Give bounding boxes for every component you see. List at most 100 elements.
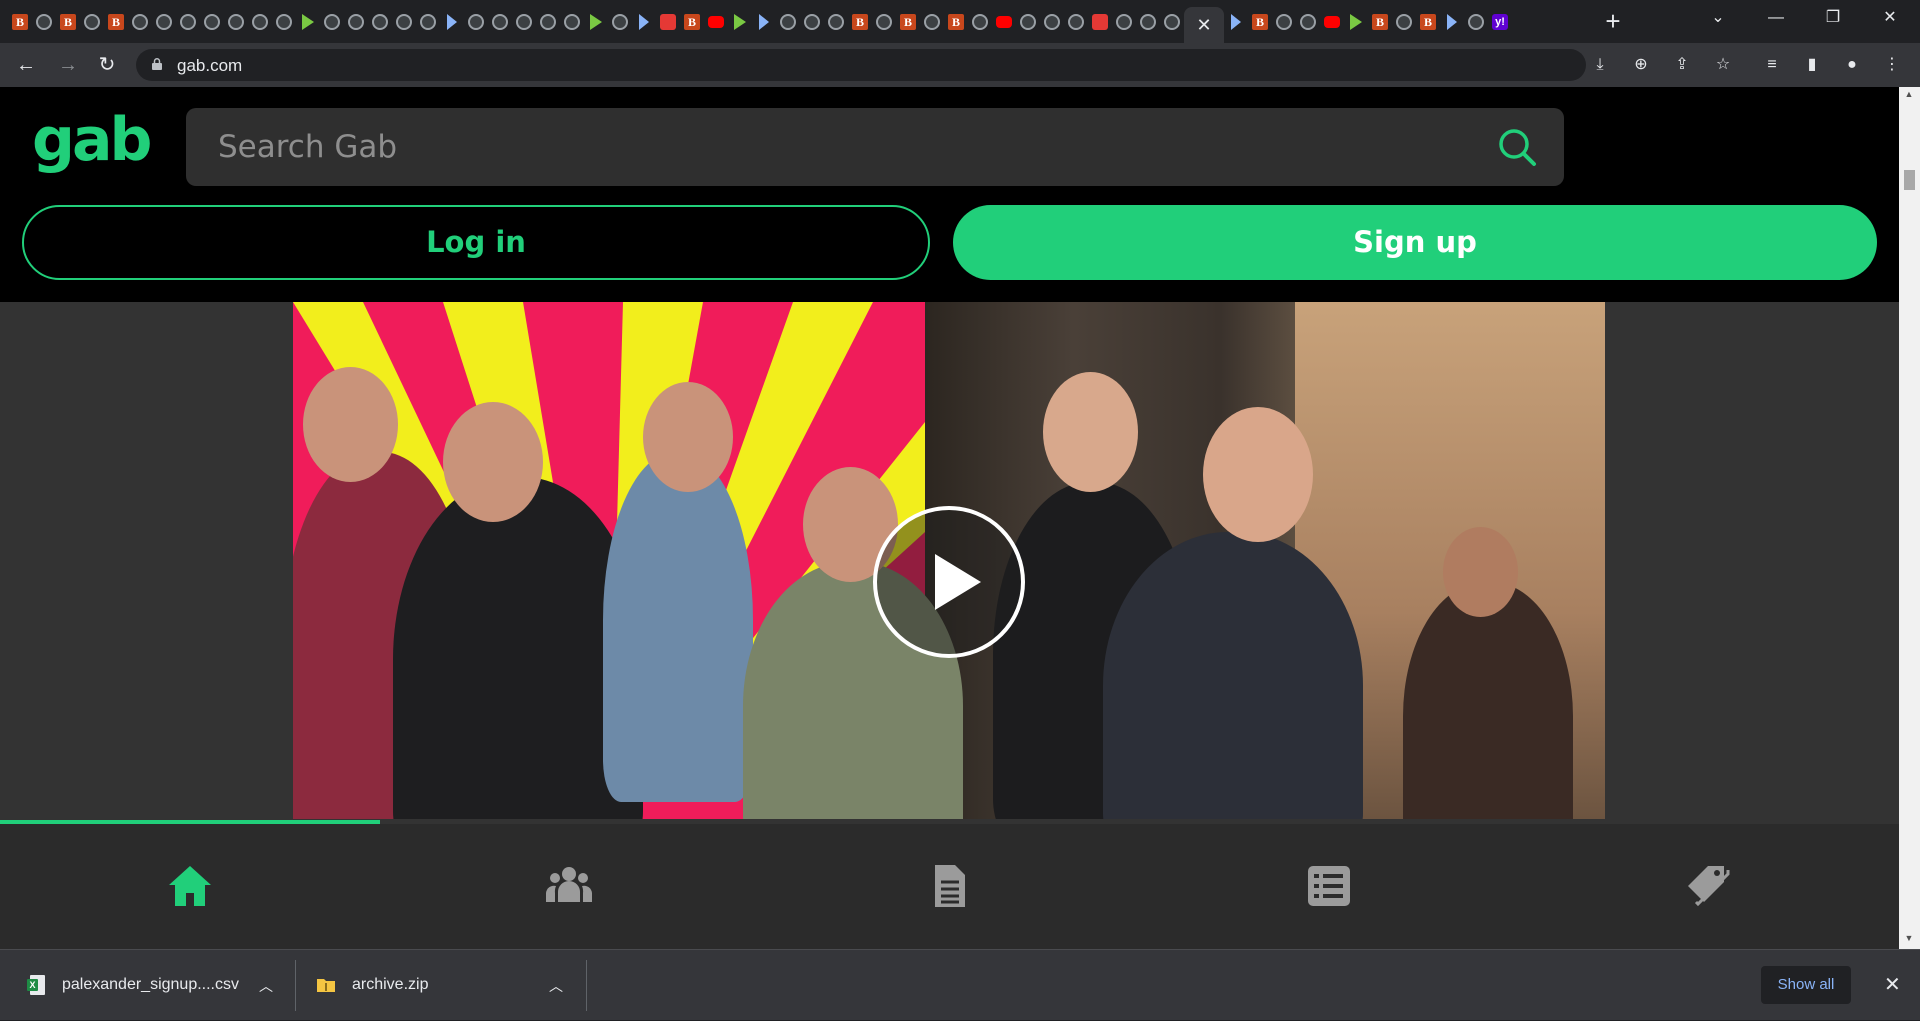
login-button[interactable]: Log in	[22, 205, 930, 280]
tab-favicon[interactable]	[248, 0, 272, 43]
news-icon[interactable]	[925, 862, 973, 910]
tab-favicon[interactable]	[704, 0, 728, 43]
share-icon[interactable]: ⇪	[1671, 54, 1693, 76]
tab-favicon[interactable]	[608, 0, 632, 43]
tab-favicon[interactable]	[296, 0, 320, 43]
tags-icon[interactable]	[1684, 862, 1732, 910]
active-tab-close-button[interactable]: ✕	[1184, 7, 1224, 43]
tab-favicon[interactable]	[32, 0, 56, 43]
tab-favicon[interactable]	[800, 0, 824, 43]
tab-favicon[interactable]	[992, 0, 1016, 43]
page-scrollbar[interactable]: ▲ ▼	[1899, 87, 1920, 949]
tab-favicon[interactable]	[416, 0, 440, 43]
tab-favicon[interactable]: B	[1368, 0, 1392, 43]
chevron-up-icon[interactable]: ︿	[259, 976, 273, 996]
tab-favicon[interactable]: B	[1416, 0, 1440, 43]
tab-favicon[interactable]	[392, 0, 416, 43]
tab-favicon[interactable]	[1464, 0, 1488, 43]
tab-favicon[interactable]	[632, 0, 656, 43]
tab-search-chevron-icon[interactable]: ⌄	[1690, 0, 1746, 36]
profile-icon[interactable]: ●	[1841, 54, 1863, 76]
tab-favicon[interactable]	[1136, 0, 1160, 43]
forward-icon[interactable]: →	[54, 51, 82, 79]
tab-favicon[interactable]: B	[680, 0, 704, 43]
tab-favicon[interactable]	[1088, 0, 1112, 43]
tab-favicon[interactable]: B	[1248, 0, 1272, 43]
tab-favicon[interactable]	[824, 0, 848, 43]
groups-icon[interactable]	[545, 862, 593, 910]
tab-favicon[interactable]: B	[8, 0, 32, 43]
tab-favicon[interactable]: B	[896, 0, 920, 43]
tab-favicon[interactable]	[200, 0, 224, 43]
video-player[interactable]	[293, 302, 1605, 819]
media-queue-icon[interactable]: ≡	[1761, 54, 1783, 76]
tab-favicon[interactable]	[920, 0, 944, 43]
bookmark-star-icon[interactable]: ☆	[1712, 54, 1734, 76]
tab-favicon[interactable]: B	[56, 0, 80, 43]
gab-logo[interactable]: gab	[32, 105, 152, 175]
tab-favicon[interactable]	[872, 0, 896, 43]
tab-favicon[interactable]	[728, 0, 752, 43]
tab-favicon[interactable]: B	[848, 0, 872, 43]
tab-favicon[interactable]	[1064, 0, 1088, 43]
tab-favicon[interactable]	[224, 0, 248, 43]
tab-favicon[interactable]	[1272, 0, 1296, 43]
tab-favicon[interactable]	[440, 0, 464, 43]
tab-favicon[interactable]	[152, 0, 176, 43]
tab-favicon[interactable]	[1160, 0, 1184, 43]
tab-favicon[interactable]	[1344, 0, 1368, 43]
tab-favicon[interactable]	[560, 0, 584, 43]
tab-favicon[interactable]	[320, 0, 344, 43]
lists-icon[interactable]	[1305, 862, 1353, 910]
close-icon[interactable]: ✕	[1884, 972, 1901, 997]
tab-favicon[interactable]	[1224, 0, 1248, 43]
search-input[interactable]	[218, 108, 1468, 186]
tab-favicon[interactable]	[1112, 0, 1136, 43]
tab-favicon[interactable]	[776, 0, 800, 43]
address-bar[interactable]: gab.com	[136, 49, 1586, 81]
tab-favicon[interactable]	[128, 0, 152, 43]
tab-favicon[interactable]	[1392, 0, 1416, 43]
tab-favicon[interactable]	[368, 0, 392, 43]
tab-favicon[interactable]	[488, 0, 512, 43]
tab-favicon[interactable]	[464, 0, 488, 43]
video-play-button[interactable]	[873, 506, 1025, 658]
restore-button[interactable]: ❐	[1805, 0, 1861, 36]
tab-favicon[interactable]	[272, 0, 296, 43]
signup-button[interactable]: Sign up	[953, 205, 1877, 280]
scroll-thumb[interactable]	[1904, 170, 1915, 190]
download-item[interactable]: X palexander_signup....csv ︿	[27, 950, 277, 1021]
menu-kebab-icon[interactable]: ⋮	[1881, 54, 1903, 76]
search-icon[interactable]	[1496, 126, 1538, 168]
tab-favicon[interactable]	[584, 0, 608, 43]
tab-favicon[interactable]	[752, 0, 776, 43]
reload-icon[interactable]: ↻	[93, 51, 121, 79]
download-item[interactable]: archive.zip ︿	[317, 950, 567, 1021]
tab-favicon[interactable]	[968, 0, 992, 43]
tab-favicon[interactable]	[344, 0, 368, 43]
tab-favicon[interactable]: B	[944, 0, 968, 43]
tab-favicon[interactable]	[536, 0, 560, 43]
tab-favicon[interactable]: y!	[1488, 0, 1512, 43]
show-all-button[interactable]: Show all	[1761, 966, 1851, 1004]
zoom-icon[interactable]: ⊕	[1630, 54, 1652, 76]
tab-favicon[interactable]	[656, 0, 680, 43]
tab-favicon[interactable]	[512, 0, 536, 43]
tab-favicon[interactable]	[1016, 0, 1040, 43]
scroll-up-icon[interactable]: ▲	[1903, 89, 1915, 99]
tab-favicon[interactable]	[176, 0, 200, 43]
side-panel-icon[interactable]: ▮	[1801, 54, 1823, 76]
minimize-button[interactable]: —	[1748, 0, 1804, 36]
tab-favicon[interactable]	[1440, 0, 1464, 43]
tab-favicon[interactable]	[1296, 0, 1320, 43]
tab-favicon[interactable]: B	[104, 0, 128, 43]
back-icon[interactable]: ←	[12, 51, 40, 79]
new-tab-button[interactable]: +	[1598, 6, 1628, 36]
tab-favicon[interactable]	[1040, 0, 1064, 43]
chevron-up-icon[interactable]: ︿	[549, 976, 563, 996]
tab-favicon[interactable]	[80, 0, 104, 43]
tab-favicon[interactable]	[1320, 0, 1344, 43]
close-window-button[interactable]: ✕	[1862, 0, 1918, 36]
scroll-down-icon[interactable]: ▼	[1903, 933, 1915, 943]
home-icon[interactable]	[166, 862, 214, 910]
